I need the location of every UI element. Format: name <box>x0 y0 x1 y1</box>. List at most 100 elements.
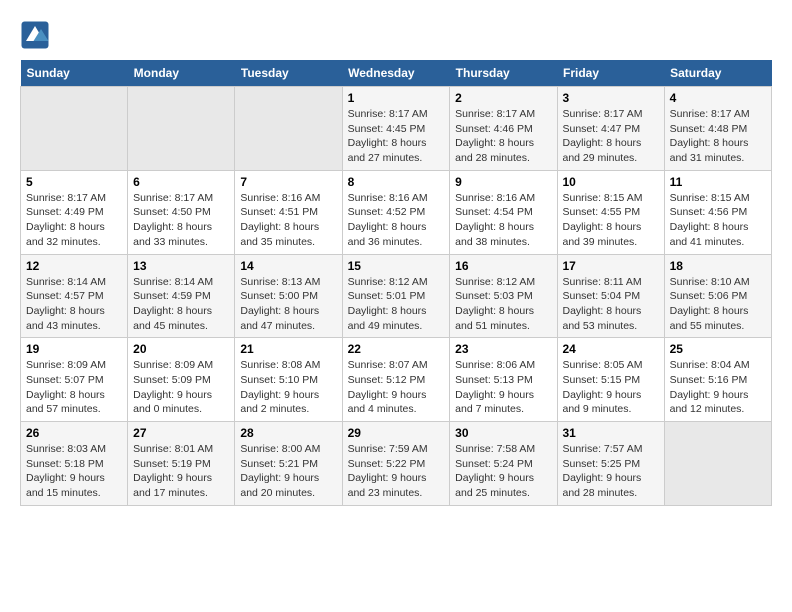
day-info: Sunrise: 8:14 AM Sunset: 4:57 PM Dayligh… <box>26 275 122 334</box>
calendar-cell: 17 Sunrise: 8:11 AM Sunset: 5:04 PM Dayli… <box>557 254 664 338</box>
day-number: 21 <box>240 342 336 356</box>
day-number: 20 <box>133 342 229 356</box>
day-number: 4 <box>670 91 766 105</box>
calendar-header-row: SundayMondayTuesdayWednesdayThursdayFrid… <box>21 60 772 87</box>
calendar-cell <box>21 87 128 171</box>
header <box>20 20 772 50</box>
calendar-cell: 30 Sunrise: 7:58 AM Sunset: 5:24 PM Dayli… <box>450 422 557 506</box>
day-number: 12 <box>26 259 122 273</box>
day-number: 14 <box>240 259 336 273</box>
day-of-week-header: Friday <box>557 60 664 87</box>
day-number: 10 <box>563 175 659 189</box>
day-info: Sunrise: 8:09 AM Sunset: 5:07 PM Dayligh… <box>26 358 122 417</box>
day-info: Sunrise: 8:03 AM Sunset: 5:18 PM Dayligh… <box>26 442 122 501</box>
day-number: 3 <box>563 91 659 105</box>
calendar-cell: 12 Sunrise: 8:14 AM Sunset: 4:57 PM Dayli… <box>21 254 128 338</box>
calendar-cell: 16 Sunrise: 8:12 AM Sunset: 5:03 PM Dayli… <box>450 254 557 338</box>
day-number: 13 <box>133 259 229 273</box>
calendar-cell: 29 Sunrise: 7:59 AM Sunset: 5:22 PM Dayli… <box>342 422 450 506</box>
calendar-cell: 4Sunrise: 8:17 AM Sunset: 4:48 PM Daylig… <box>664 87 771 171</box>
day-number: 16 <box>455 259 551 273</box>
day-number: 6 <box>133 175 229 189</box>
day-of-week-header: Sunday <box>21 60 128 87</box>
calendar-cell: 2Sunrise: 8:17 AM Sunset: 4:46 PM Daylig… <box>450 87 557 171</box>
day-info: Sunrise: 7:58 AM Sunset: 5:24 PM Dayligh… <box>455 442 551 501</box>
calendar-cell: 31 Sunrise: 7:57 AM Sunset: 5:25 PM Dayli… <box>557 422 664 506</box>
day-info: Sunrise: 8:05 AM Sunset: 5:15 PM Dayligh… <box>563 358 659 417</box>
calendar-week-row: 1Sunrise: 8:17 AM Sunset: 4:45 PM Daylig… <box>21 87 772 171</box>
day-number: 29 <box>348 426 445 440</box>
day-number: 15 <box>348 259 445 273</box>
day-info: Sunrise: 8:08 AM Sunset: 5:10 PM Dayligh… <box>240 358 336 417</box>
calendar-cell: 19 Sunrise: 8:09 AM Sunset: 5:07 PM Dayli… <box>21 338 128 422</box>
calendar-cell: 27Sunrise: 8:01 AM Sunset: 5:19 PM Dayli… <box>128 422 235 506</box>
calendar-cell: 6 Sunrise: 8:17 AM Sunset: 4:50 PM Daylig… <box>128 170 235 254</box>
day-info: Sunrise: 8:15 AM Sunset: 4:55 PM Dayligh… <box>563 191 659 250</box>
calendar-cell: 20 Sunrise: 8:09 AM Sunset: 5:09 PM Dayli… <box>128 338 235 422</box>
day-number: 24 <box>563 342 659 356</box>
day-of-week-header: Monday <box>128 60 235 87</box>
day-number: 26 <box>26 426 122 440</box>
day-number: 31 <box>563 426 659 440</box>
day-info: Sunrise: 8:04 AM Sunset: 5:16 PM Dayligh… <box>670 358 766 417</box>
calendar-cell: 10 Sunrise: 8:15 AM Sunset: 4:55 PM Dayli… <box>557 170 664 254</box>
day-number: 5 <box>26 175 122 189</box>
day-of-week-header: Tuesday <box>235 60 342 87</box>
day-number: 9 <box>455 175 551 189</box>
calendar-cell <box>128 87 235 171</box>
day-number: 8 <box>348 175 445 189</box>
calendar-cell: 25 Sunrise: 8:04 AM Sunset: 5:16 PM Dayli… <box>664 338 771 422</box>
day-info: Sunrise: 8:15 AM Sunset: 4:56 PM Dayligh… <box>670 191 766 250</box>
day-info: Sunrise: 8:13 AM Sunset: 5:00 PM Dayligh… <box>240 275 336 334</box>
calendar-cell: 8 Sunrise: 8:16 AM Sunset: 4:52 PM Daylig… <box>342 170 450 254</box>
day-number: 7 <box>240 175 336 189</box>
day-info: Sunrise: 8:01 AM Sunset: 5:19 PM Dayligh… <box>133 442 229 501</box>
day-info: Sunrise: 7:59 AM Sunset: 5:22 PM Dayligh… <box>348 442 445 501</box>
day-number: 30 <box>455 426 551 440</box>
day-number: 17 <box>563 259 659 273</box>
calendar-table: SundayMondayTuesdayWednesdayThursdayFrid… <box>20 60 772 506</box>
calendar-cell: 1Sunrise: 8:17 AM Sunset: 4:45 PM Daylig… <box>342 87 450 171</box>
calendar-week-row: 5Sunrise: 8:17 AM Sunset: 4:49 PM Daylig… <box>21 170 772 254</box>
day-info: Sunrise: 8:17 AM Sunset: 4:45 PM Dayligh… <box>348 107 445 166</box>
day-info: Sunrise: 8:16 AM Sunset: 4:51 PM Dayligh… <box>240 191 336 250</box>
day-info: Sunrise: 8:10 AM Sunset: 5:06 PM Dayligh… <box>670 275 766 334</box>
day-info: Sunrise: 8:14 AM Sunset: 4:59 PM Dayligh… <box>133 275 229 334</box>
day-of-week-header: Thursday <box>450 60 557 87</box>
day-number: 18 <box>670 259 766 273</box>
calendar-cell: 15 Sunrise: 8:12 AM Sunset: 5:01 PM Dayli… <box>342 254 450 338</box>
day-info: Sunrise: 8:11 AM Sunset: 5:04 PM Dayligh… <box>563 275 659 334</box>
logo-icon <box>20 20 50 50</box>
calendar-cell <box>664 422 771 506</box>
day-info: Sunrise: 8:12 AM Sunset: 5:03 PM Dayligh… <box>455 275 551 334</box>
calendar-cell <box>235 87 342 171</box>
calendar-cell: 5Sunrise: 8:17 AM Sunset: 4:49 PM Daylig… <box>21 170 128 254</box>
calendar-week-row: 19 Sunrise: 8:09 AM Sunset: 5:07 PM Dayli… <box>21 338 772 422</box>
day-number: 23 <box>455 342 551 356</box>
calendar-cell: 23 Sunrise: 8:06 AM Sunset: 5:13 PM Dayli… <box>450 338 557 422</box>
day-info: Sunrise: 8:17 AM Sunset: 4:47 PM Dayligh… <box>563 107 659 166</box>
day-number: 25 <box>670 342 766 356</box>
day-info: Sunrise: 8:12 AM Sunset: 5:01 PM Dayligh… <box>348 275 445 334</box>
calendar-week-row: 12 Sunrise: 8:14 AM Sunset: 4:57 PM Dayli… <box>21 254 772 338</box>
day-info: Sunrise: 8:17 AM Sunset: 4:50 PM Dayligh… <box>133 191 229 250</box>
day-info: Sunrise: 8:09 AM Sunset: 5:09 PM Dayligh… <box>133 358 229 417</box>
calendar-cell: 26 Sunrise: 8:03 AM Sunset: 5:18 PM Dayli… <box>21 422 128 506</box>
calendar-week-row: 26 Sunrise: 8:03 AM Sunset: 5:18 PM Dayli… <box>21 422 772 506</box>
day-of-week-header: Saturday <box>664 60 771 87</box>
day-info: Sunrise: 7:57 AM Sunset: 5:25 PM Dayligh… <box>563 442 659 501</box>
calendar-cell: 13 Sunrise: 8:14 AM Sunset: 4:59 PM Dayli… <box>128 254 235 338</box>
day-number: 2 <box>455 91 551 105</box>
day-number: 19 <box>26 342 122 356</box>
calendar-cell: 28Sunrise: 8:00 AM Sunset: 5:21 PM Dayli… <box>235 422 342 506</box>
calendar-cell: 21 Sunrise: 8:08 AM Sunset: 5:10 PM Dayli… <box>235 338 342 422</box>
day-info: Sunrise: 8:07 AM Sunset: 5:12 PM Dayligh… <box>348 358 445 417</box>
day-info: Sunrise: 8:16 AM Sunset: 4:52 PM Dayligh… <box>348 191 445 250</box>
calendar-cell: 3 Sunrise: 8:17 AM Sunset: 4:47 PM Daylig… <box>557 87 664 171</box>
day-info: Sunrise: 8:16 AM Sunset: 4:54 PM Dayligh… <box>455 191 551 250</box>
logo <box>20 20 54 50</box>
calendar-cell: 22 Sunrise: 8:07 AM Sunset: 5:12 PM Dayli… <box>342 338 450 422</box>
day-number: 22 <box>348 342 445 356</box>
day-info: Sunrise: 8:06 AM Sunset: 5:13 PM Dayligh… <box>455 358 551 417</box>
calendar-cell: 7 Sunrise: 8:16 AM Sunset: 4:51 PM Daylig… <box>235 170 342 254</box>
